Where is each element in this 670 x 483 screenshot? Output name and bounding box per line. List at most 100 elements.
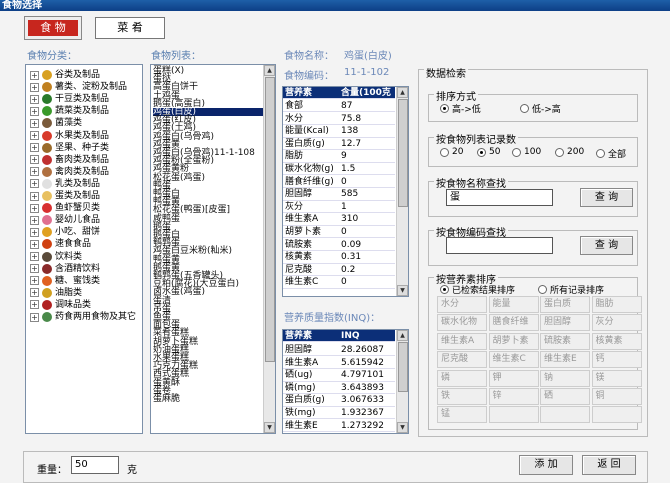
- category-item[interactable]: + 鱼虾蟹贝类: [30, 202, 100, 214]
- scroll-down-arrow[interactable]: ▼: [397, 422, 408, 433]
- sort-asc-radio[interactable]: 低->高: [520, 102, 561, 115]
- scroll-up-arrow[interactable]: ▲: [264, 65, 275, 76]
- table-row[interactable]: 胆固醇 28.26087: [283, 344, 395, 357]
- table-row[interactable]: 铁(mg) 1.932367: [283, 407, 395, 420]
- expand-icon[interactable]: +: [30, 312, 39, 322]
- nutrient-sort-button[interactable]: 尼克酸: [437, 351, 487, 369]
- nutrient-sort-button[interactable]: 铜: [591, 388, 642, 405]
- table-row[interactable]: 硒(ug) 4.797101: [283, 369, 395, 382]
- category-item[interactable]: + 小吃、甜饼: [30, 226, 100, 238]
- nutrient-sort-button[interactable]: 磷: [437, 369, 487, 387]
- table-row[interactable]: 尼克酸 0.2: [283, 264, 395, 277]
- nutrient-table-scrollbar[interactable]: ▲ ▼: [396, 87, 408, 296]
- category-item[interactable]: + 饮料类: [30, 251, 82, 263]
- nutrient-sort-button[interactable]: 钠: [540, 369, 590, 387]
- nutrient-sort-button[interactable]: 胆固醇: [540, 314, 590, 332]
- nutrient-sort-button[interactable]: 核黄素: [591, 332, 642, 350]
- count-50-radio[interactable]: 50: [477, 147, 500, 157]
- table-row[interactable]: 脂肪 9: [283, 150, 395, 163]
- category-item[interactable]: + 调味品类: [30, 299, 91, 311]
- nutrient-sort-button[interactable]: 水分: [437, 296, 487, 313]
- scroll-thumb[interactable]: [398, 342, 408, 392]
- expand-icon[interactable]: +: [30, 191, 39, 201]
- category-item[interactable]: + 糖、蜜饯类: [30, 275, 100, 287]
- nutrient-table[interactable]: ▲ ▼ 营养素 含量(100克 食部 87 水分 75.8 能量(Kcal) 138 蛋白质(g…: [282, 86, 409, 297]
- sort-filtered-radio[interactable]: 已检索结果排序: [440, 283, 515, 296]
- nutrient-sort-button[interactable]: 膳食纤维: [488, 314, 539, 332]
- code-search-input[interactable]: [446, 237, 553, 254]
- expand-icon[interactable]: +: [30, 227, 39, 237]
- table-row[interactable]: 能量(Kcal) 138: [283, 125, 395, 138]
- nutrient-sort-button[interactable]: 能量: [488, 296, 539, 313]
- category-item[interactable]: + 乳类及制品: [30, 178, 100, 190]
- nutrient-sort-button[interactable]: 锰: [437, 406, 487, 424]
- category-item[interactable]: + 含酒精饮料: [30, 263, 100, 275]
- weight-input[interactable]: 50: [71, 456, 119, 474]
- nutrient-sort-button[interactable]: 锌: [488, 388, 539, 405]
- inq-table-scrollbar[interactable]: ▲ ▼: [396, 330, 408, 433]
- add-button[interactable]: 添 加: [519, 455, 573, 475]
- expand-icon[interactable]: +: [30, 82, 39, 92]
- nutrient-sort-button[interactable]: 维生素E: [540, 351, 590, 369]
- category-tree[interactable]: + 谷类及制品 + 薯类、淀粉及制品 + 干豆类及制品 + 蔬菜类及制品 + 菌藻类 + 水果类及制品…: [25, 64, 143, 434]
- food-list-scrollbar[interactable]: ▲ ▼: [263, 65, 275, 433]
- category-item[interactable]: + 菌藻类: [30, 117, 82, 129]
- expand-icon[interactable]: +: [30, 215, 39, 225]
- nutrient-sort-button[interactable]: 硒: [540, 388, 590, 405]
- food-list[interactable]: ▲ ▼ 蛋糕(X) 蛋挞 高蛋白饼干 土鸡蛋 鹅蛋(高蛋白) 鸡蛋(白皮) 鸡蛋(红皮) 鸡蛋…: [150, 64, 276, 434]
- nutrient-sort-button[interactable]: [488, 406, 539, 424]
- nutrient-sort-button[interactable]: 硫胺素: [540, 332, 590, 350]
- nutrient-sort-button[interactable]: 碳水化物: [437, 314, 487, 332]
- expand-icon[interactable]: +: [30, 239, 39, 249]
- expand-icon[interactable]: +: [30, 288, 39, 298]
- expand-icon[interactable]: +: [30, 131, 39, 140]
- table-row[interactable]: 硫胺素 0.09: [283, 239, 395, 251]
- expand-icon[interactable]: +: [30, 167, 39, 177]
- category-item[interactable]: + 蛋类及制品: [30, 190, 100, 202]
- expand-icon[interactable]: +: [30, 118, 39, 128]
- code-search-button[interactable]: 查 询: [580, 236, 633, 255]
- table-row[interactable]: 蛋白质(g) 12.7: [283, 138, 395, 151]
- table-row[interactable]: 维生素A 310: [283, 213, 395, 226]
- back-button[interactable]: 返 回: [582, 455, 636, 475]
- table-row[interactable]: 膳食纤维(g) 0: [283, 176, 395, 188]
- expand-icon[interactable]: +: [30, 94, 39, 104]
- nutrient-sort-button[interactable]: 蛋白质: [540, 296, 590, 313]
- category-item[interactable]: + 薯类、淀粉及制品: [30, 81, 127, 93]
- name-search-button[interactable]: 查 询: [580, 188, 633, 207]
- expand-icon[interactable]: +: [30, 252, 39, 261]
- scroll-down-arrow[interactable]: ▼: [397, 285, 408, 296]
- tab-dishes[interactable]: 菜 肴: [95, 17, 165, 39]
- category-item[interactable]: + 速食食品: [30, 238, 91, 250]
- nutrient-sort-button[interactable]: 灰分: [591, 314, 642, 332]
- nutrient-sort-button[interactable]: [540, 406, 590, 424]
- nutrient-sort-button[interactable]: 镁: [591, 369, 642, 387]
- category-item[interactable]: + 禽肉类及制品: [30, 166, 109, 178]
- expand-icon[interactable]: +: [30, 179, 39, 189]
- category-item[interactable]: + 药食两用食物及其它: [30, 311, 136, 323]
- table-row[interactable]: 蛋白质(g) 3.067633: [283, 394, 395, 407]
- category-item[interactable]: + 蔬菜类及制品: [30, 105, 109, 117]
- count-all-radio[interactable]: 全部: [596, 147, 626, 160]
- nutrient-sort-button[interactable]: 维生素C: [488, 351, 539, 369]
- category-item[interactable]: + 畜肉类及制品: [30, 154, 109, 166]
- nutrient-sort-button[interactable]: 铁: [437, 388, 487, 405]
- category-item[interactable]: + 谷类及制品: [30, 69, 100, 81]
- expand-icon[interactable]: +: [30, 143, 39, 153]
- table-row[interactable]: 灰分 1: [283, 201, 395, 214]
- scroll-thumb[interactable]: [265, 77, 275, 362]
- category-item[interactable]: + 婴幼儿食品: [30, 214, 100, 226]
- category-item[interactable]: + 干豆类及制品: [30, 93, 109, 105]
- table-row[interactable]: 胆固醇 585: [283, 188, 395, 201]
- tab-food[interactable]: 食 物: [24, 16, 82, 40]
- nutrient-sort-button[interactable]: 脂肪: [591, 296, 642, 313]
- count-20-radio[interactable]: 20: [440, 147, 463, 157]
- category-item[interactable]: + 水果类及制品: [30, 130, 109, 142]
- inq-table[interactable]: ▲ ▼ 营养素 INQ 胆固醇 28.26087 维生素A 5.615942 硒(ug) 4.…: [282, 329, 409, 434]
- table-row[interactable]: 核黄素 0.31: [283, 251, 395, 264]
- table-row[interactable]: 碳水化物(g) 1.5: [283, 163, 395, 176]
- count-100-radio[interactable]: 100: [512, 147, 541, 157]
- expand-icon[interactable]: +: [30, 264, 39, 274]
- nutrient-sort-button[interactable]: 钙: [591, 351, 642, 369]
- table-row[interactable]: 磷(mg) 3.643893: [283, 382, 395, 395]
